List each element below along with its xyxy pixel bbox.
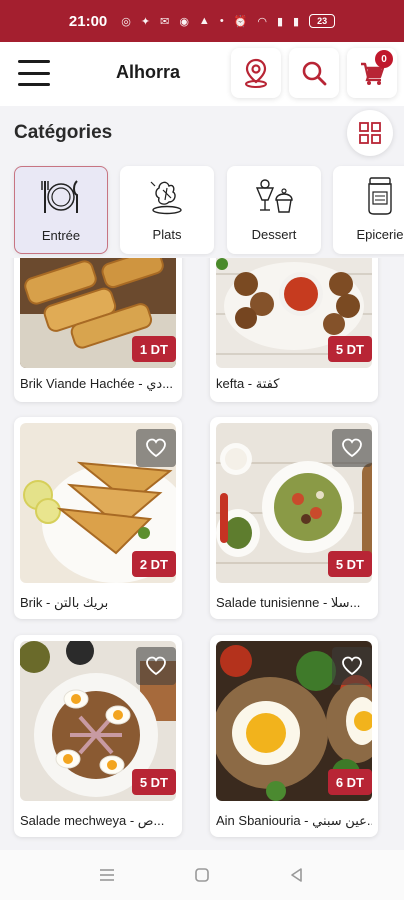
category-label: Dessert [251,227,297,242]
menu-lines-icon [100,869,115,881]
search-button[interactable] [289,48,339,98]
price-badge: 5 DT [131,769,176,795]
category-entree[interactable]: Entrée [14,166,108,254]
dot-icon: • [219,15,224,27]
heart-icon [342,656,362,676]
product-grid: 1 DT Brik Viande Hachée - دي... 5 DT kef… [0,258,404,850]
battery-icon: 23 [309,14,336,28]
location-pin-icon [245,58,267,88]
heart-icon [146,656,166,676]
category-label: Plats [152,227,182,242]
price-badge: 5 DT [327,551,372,577]
recent-apps-button[interactable] [92,860,122,890]
wifi-icon: ◠ [257,15,267,28]
price-badge: 2 DT [131,551,176,577]
product-card[interactable]: 2 DT Brik - بريك بالتن [14,417,182,619]
bird-dish-icon [150,181,182,215]
system-nav-bar [0,850,404,900]
status-time: 21:00 [68,12,108,30]
location-button[interactable] [231,48,281,98]
alarm-icon: ⏰ [233,15,248,28]
menu-button[interactable] [18,60,50,86]
jar-icon [368,177,392,215]
signal-icon-2: ▮ [293,15,300,28]
product-name: Salade tunisienne - سلا... [216,595,361,610]
menu-line [18,60,50,63]
product-card[interactable]: 1 DT Brik Viande Hachée - دي... [14,258,182,402]
twitter-icon: ✦ [140,15,151,28]
product-card[interactable]: 5 DT kefta - كفتة [210,258,378,402]
grid-icon [359,122,381,144]
signal-icon: ▮ [276,15,284,28]
status-bar: 21:00 ◎ ✦ ✉ ◉ ▲ • ⏰ ◠ ▮ ▮ 23 [0,0,404,42]
category-dessert[interactable]: Dessert [227,166,321,254]
search-icon [302,61,327,86]
product-name: kefta - كفتة [216,376,280,391]
home-button[interactable] [187,860,217,890]
price-badge: 5 DT [327,336,372,362]
heart-icon [146,438,166,458]
product-name: Brik Viande Hachée - دي... [20,376,174,391]
messenger-icon: ◎ [121,15,131,28]
menu-line [18,83,50,86]
menu-line [18,71,50,75]
category-plats[interactable]: Plats [120,166,214,254]
category-epicerie[interactable]: Epicerie [333,166,404,254]
gmail-icon: ✉ [160,15,170,28]
product-card[interactable]: 6 DT Ain Sbaniouria - عين سبني... [210,635,378,837]
category-label: Entrée [41,228,81,243]
favorite-button[interactable] [332,429,372,467]
alert-icon: ▲ [198,15,210,27]
fork-knife-icon [41,180,78,213]
price-badge: 1 DT [131,336,176,362]
whatsapp-icon: ◉ [179,15,189,28]
product-name: Ain Sbaniouria - عين سبني... [216,813,372,828]
product-name: Salade mechweya - ص... [20,813,165,828]
back-button[interactable] [282,860,312,890]
cart-count-badge: 0 [375,50,393,68]
back-triangle-icon [290,868,302,882]
product-card[interactable]: 5 DT Salade mechweya - ص... [14,635,182,837]
square-icon [195,868,209,882]
grid-view-button[interactable] [347,110,393,156]
category-label: Epicerie [356,227,404,242]
favorite-button[interactable] [136,429,176,467]
favorite-button[interactable] [136,647,176,685]
heart-icon [342,438,362,458]
favorite-button[interactable] [332,647,372,685]
product-card[interactable]: 5 DT Salade tunisienne - سلا... [210,417,378,619]
dessert-icon [255,179,293,213]
categories-title: Catégories [14,122,113,143]
app-title: Alhorra [116,62,181,82]
app-bar: Alhorra 0 [0,42,404,106]
price-badge: 6 DT [327,769,372,795]
cart-button[interactable]: 0 [347,48,397,98]
product-name: Brik - بريك بالتن [20,595,109,610]
category-list: Entrée Plats Dessert Epicerie [0,163,404,257]
